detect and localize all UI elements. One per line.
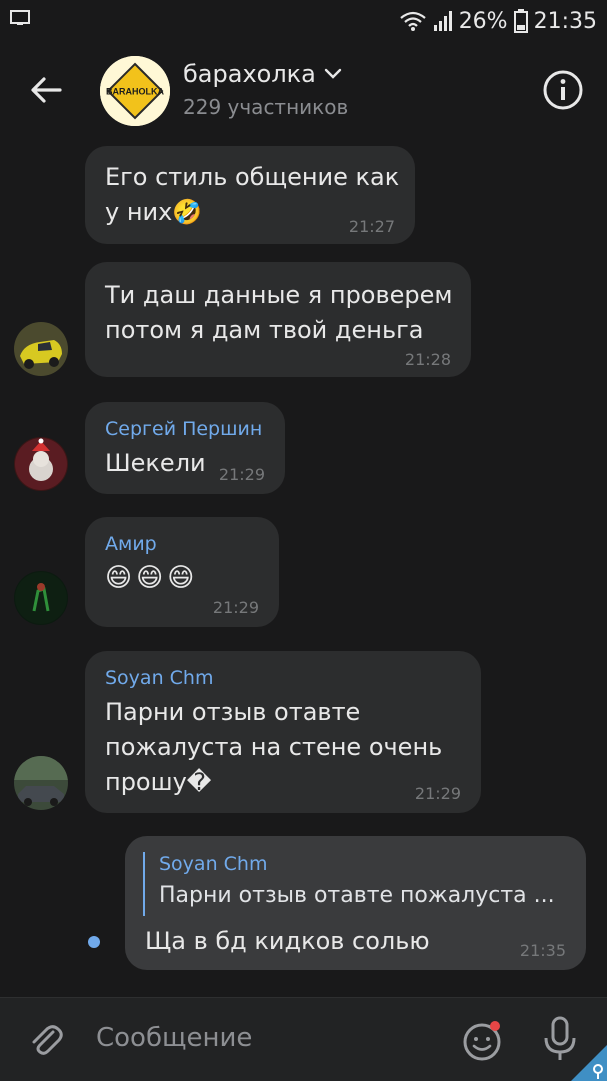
sender-name[interactable]: Сергей Першин xyxy=(105,418,262,440)
key-badge-icon xyxy=(571,1045,607,1081)
wifi-icon xyxy=(399,11,426,31)
paperclip-icon[interactable] xyxy=(26,1020,66,1060)
message-input[interactable]: Сообщение xyxy=(96,1023,252,1053)
message-time: 21:29 xyxy=(212,598,259,617)
message-time: 21:29 xyxy=(218,465,265,484)
chat-header: BARAHOLKA барахолка 229 участников xyxy=(0,42,607,138)
signal-icon xyxy=(433,11,452,31)
own-message-bubble[interactable]: Soyan Chm Парни отзыв отавте пожалуста .… xyxy=(125,836,586,970)
reply-text: Парни отзыв отавте пожалуста ... xyxy=(159,883,555,908)
svg-text:BARAHOLKA: BARAHOLKA xyxy=(106,87,164,97)
message-text: Ти даш данные я проверем потом я дам тво… xyxy=(105,281,453,344)
avatar[interactable] xyxy=(14,756,68,810)
chevron-down-icon xyxy=(324,68,342,79)
message-time: 21:29 xyxy=(414,784,461,803)
chat-title[interactable]: барахолка xyxy=(183,60,342,88)
baraholka-logo-icon: BARAHOLKA xyxy=(100,56,170,126)
battery-percent: 26% xyxy=(458,8,508,34)
message-time: 21:27 xyxy=(348,217,395,236)
message-bubble[interactable]: Ти даш данные я проверем потом я дам тво… xyxy=(85,262,471,377)
sender-name[interactable]: Амир xyxy=(105,533,157,555)
status-bar: 26% 21:35 xyxy=(0,0,607,42)
message-bubble[interactable]: Soyan Chm Парни отзыв отавте пожалуста н… xyxy=(85,651,481,813)
chat-title-text: барахолка xyxy=(183,60,316,88)
screen-mirror-icon xyxy=(10,10,30,25)
unread-indicator xyxy=(88,936,100,948)
message-time: 21:35 xyxy=(519,941,566,960)
message-text: Парни отзыв отавте пожалуста на стене оч… xyxy=(105,698,443,796)
message-text: Шекели xyxy=(105,449,206,477)
message-time: 21:28 xyxy=(404,350,451,369)
message-bubble[interactable]: Сергей Першин Шекели 21:29 xyxy=(85,402,285,494)
chat-avatar[interactable]: BARAHOLKA xyxy=(100,56,170,126)
avatar[interactable] xyxy=(14,571,68,625)
message-bubble[interactable]: Амир 😄😄😄 21:29 xyxy=(85,517,279,627)
sticker-icon[interactable] xyxy=(460,1018,504,1062)
avatar[interactable] xyxy=(14,437,68,491)
member-count: 229 участников xyxy=(183,95,349,119)
back-arrow-icon[interactable] xyxy=(26,70,66,110)
sender-name[interactable]: Soyan Chm xyxy=(105,667,213,689)
message-text: Ща в бд кидков солью xyxy=(145,927,430,955)
info-icon[interactable] xyxy=(541,68,585,112)
message-composer: Сообщение xyxy=(0,997,607,1081)
battery-icon xyxy=(513,9,528,33)
clock: 21:35 xyxy=(533,8,597,34)
message-text: 😄😄😄 xyxy=(105,563,199,593)
avatar[interactable] xyxy=(14,322,68,376)
message-bubble[interactable]: Его стиль общение как у них🤣 21:27 xyxy=(85,146,415,244)
reply-sender: Soyan Chm xyxy=(159,853,268,875)
reply-quote[interactable]: Soyan Chm Парни отзыв отавте пожалуста .… xyxy=(143,852,579,916)
